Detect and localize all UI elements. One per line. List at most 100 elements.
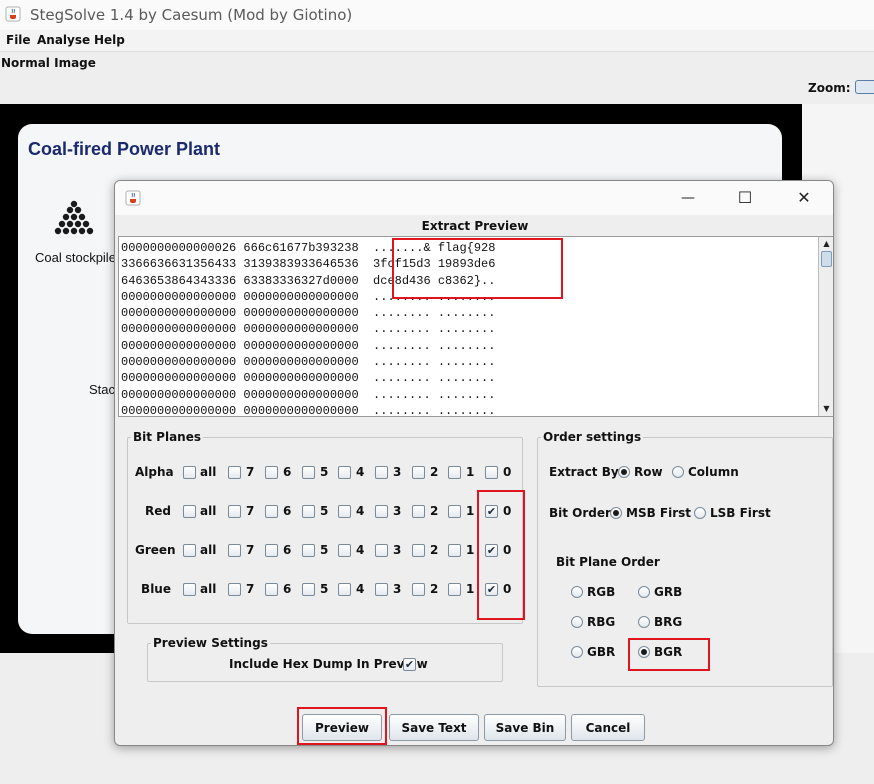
hex-dump-checkbox[interactable]: ✔: [403, 658, 416, 671]
close-icon[interactable]: ✕: [784, 185, 824, 211]
bit-green-3-checkbox[interactable]: [375, 544, 388, 557]
bit-alpha-1-checkbox[interactable]: [448, 466, 461, 479]
bit-green-1-checkbox[interactable]: [448, 544, 461, 557]
plane-order-rgb-radio[interactable]: [571, 586, 583, 598]
bit-green-5-checkbox[interactable]: [302, 544, 315, 557]
plane-order-bgr-radio[interactable]: [638, 646, 650, 658]
bit-alpha-4-checkbox[interactable]: [338, 466, 351, 479]
bit-alpha-all-checkbox[interactable]: [183, 466, 196, 479]
bit-blue-all-label: all: [200, 582, 217, 596]
bit-green-3-label: 3: [393, 543, 402, 557]
bit-red-5-label: 5: [320, 504, 329, 518]
bit-planes-legend: Bit Planes: [133, 430, 202, 444]
bit-blue-1-checkbox[interactable]: [448, 583, 461, 596]
bit-blue-4-checkbox[interactable]: [338, 583, 351, 596]
bit-green-5-label: 5: [320, 543, 329, 557]
bit-green-2-checkbox[interactable]: [412, 544, 425, 557]
bit-green-7-checkbox[interactable]: [228, 544, 241, 557]
preview-button[interactable]: Preview: [302, 714, 382, 741]
image-heading: Coal-fired Power Plant: [28, 139, 221, 159]
main-titlebar: StegSolve 1.4 by Caesum (Mod by Giotino): [0, 0, 874, 30]
cancel-button[interactable]: Cancel: [571, 714, 645, 741]
bit-alpha-0-checkbox[interactable]: [485, 466, 498, 479]
bit-alpha-5-label: 5: [320, 465, 329, 479]
bit-red-all-checkbox[interactable]: [183, 505, 196, 518]
bit-blue-5-label: 5: [320, 582, 329, 596]
plane-order-rbg-label: RBG: [587, 615, 616, 629]
bit-blue-6-checkbox[interactable]: [265, 583, 278, 596]
bit-red-0-checkbox[interactable]: ✔: [485, 505, 498, 518]
bit-blue-0-checkbox[interactable]: ✔: [485, 583, 498, 596]
preview-scrollbar[interactable]: ▲ ▼: [818, 237, 833, 416]
bit-blue-all-checkbox[interactable]: [183, 583, 196, 596]
extract-by-label: Extract By: [549, 465, 619, 479]
bit-alpha-2-checkbox[interactable]: [412, 466, 425, 479]
bit-red-1-checkbox[interactable]: [448, 505, 461, 518]
lsb-first-radio[interactable]: [694, 507, 706, 519]
zoom-label: Zoom:: [808, 81, 851, 95]
bit-red-2-checkbox[interactable]: [412, 505, 425, 518]
bit-red-3-checkbox[interactable]: [375, 505, 388, 518]
bit-blue-1-label: 1: [466, 582, 475, 596]
menu-file[interactable]: File: [6, 33, 31, 47]
plane-order-gbr-radio[interactable]: [571, 646, 583, 658]
bit-blue-4-label: 4: [356, 582, 365, 596]
java-cup-icon: [5, 6, 21, 22]
msb-first-radio[interactable]: [610, 507, 622, 519]
bit-red-all-label: all: [200, 504, 217, 518]
view-mode-label: Normal Image: [1, 56, 96, 70]
bit-plane-order-label: Bit Plane Order: [556, 555, 660, 569]
bit-alpha-3-checkbox[interactable]: [375, 466, 388, 479]
bit-blue-3-checkbox[interactable]: [375, 583, 388, 596]
bit-green-0-checkbox[interactable]: ✔: [485, 544, 498, 557]
bit-row-label-blue: Blue: [141, 582, 171, 596]
bit-green-1-label: 1: [466, 543, 475, 557]
coal-stockpile-label: Coal stockpile: [35, 250, 116, 265]
plane-order-brg-radio[interactable]: [638, 616, 650, 628]
bit-blue-3-label: 3: [393, 582, 402, 596]
bit-blue-2-checkbox[interactable]: [412, 583, 425, 596]
bit-red-6-checkbox[interactable]: [265, 505, 278, 518]
extract-dialog: — ☐ ✕ Extract Preview 0000000000000026 6…: [114, 180, 834, 746]
bit-red-7-checkbox[interactable]: [228, 505, 241, 518]
save-text-button[interactable]: Save Text: [389, 714, 479, 741]
minimize-icon[interactable]: —: [668, 185, 708, 211]
scroll-up-icon[interactable]: ▲: [819, 237, 833, 251]
bit-green-0-label: 0: [503, 543, 512, 557]
bit-alpha-7-checkbox[interactable]: [228, 466, 241, 479]
preview-settings-legend: Preview Settings: [153, 636, 268, 650]
msb-first-label: MSB First: [626, 506, 692, 520]
bit-green-all-checkbox[interactable]: [183, 544, 196, 557]
maximize-icon[interactable]: ☐: [725, 185, 765, 211]
extract-by-row-radio[interactable]: [618, 466, 630, 478]
plane-order-grb-radio[interactable]: [638, 586, 650, 598]
dialog-titlebar: — ☐ ✕: [115, 181, 833, 215]
window-title: StegSolve 1.4 by Caesum (Mod by Giotino): [30, 6, 353, 24]
bit-blue-7-checkbox[interactable]: [228, 583, 241, 596]
bit-green-6-checkbox[interactable]: [265, 544, 278, 557]
menu-analyse[interactable]: Analyse: [37, 33, 90, 47]
plane-order-brg-label: BRG: [654, 615, 683, 629]
bit-red-5-checkbox[interactable]: [302, 505, 315, 518]
bit-alpha-6-checkbox[interactable]: [265, 466, 278, 479]
extract-by-column-radio[interactable]: [672, 466, 684, 478]
plane-order-rbg-radio[interactable]: [571, 616, 583, 628]
bit-blue-5-checkbox[interactable]: [302, 583, 315, 596]
save-bin-button[interactable]: Save Bin: [484, 714, 566, 741]
bit-green-4-checkbox[interactable]: [338, 544, 351, 557]
bit-alpha-5-checkbox[interactable]: [302, 466, 315, 479]
scroll-down-icon[interactable]: ▼: [819, 402, 833, 416]
bit-red-4-checkbox[interactable]: [338, 505, 351, 518]
scroll-thumb[interactable]: [821, 251, 832, 267]
zoom-slider[interactable]: [855, 80, 874, 94]
bit-red-2-label: 2: [430, 504, 439, 518]
hex-dump-label: Include Hex Dump In Preview: [229, 657, 428, 671]
bit-row-label-red: Red: [145, 504, 171, 518]
bit-red-1-label: 1: [466, 504, 475, 518]
extract-preview-area[interactable]: 0000000000000026 666c61677b393238 ......…: [118, 236, 833, 417]
bit-red-0-label: 0: [503, 504, 512, 518]
bit-alpha-6-label: 6: [283, 465, 292, 479]
bit-row-label-alpha: Alpha: [135, 465, 174, 479]
menu-help[interactable]: Help: [94, 33, 125, 47]
bit-green-2-label: 2: [430, 543, 439, 557]
